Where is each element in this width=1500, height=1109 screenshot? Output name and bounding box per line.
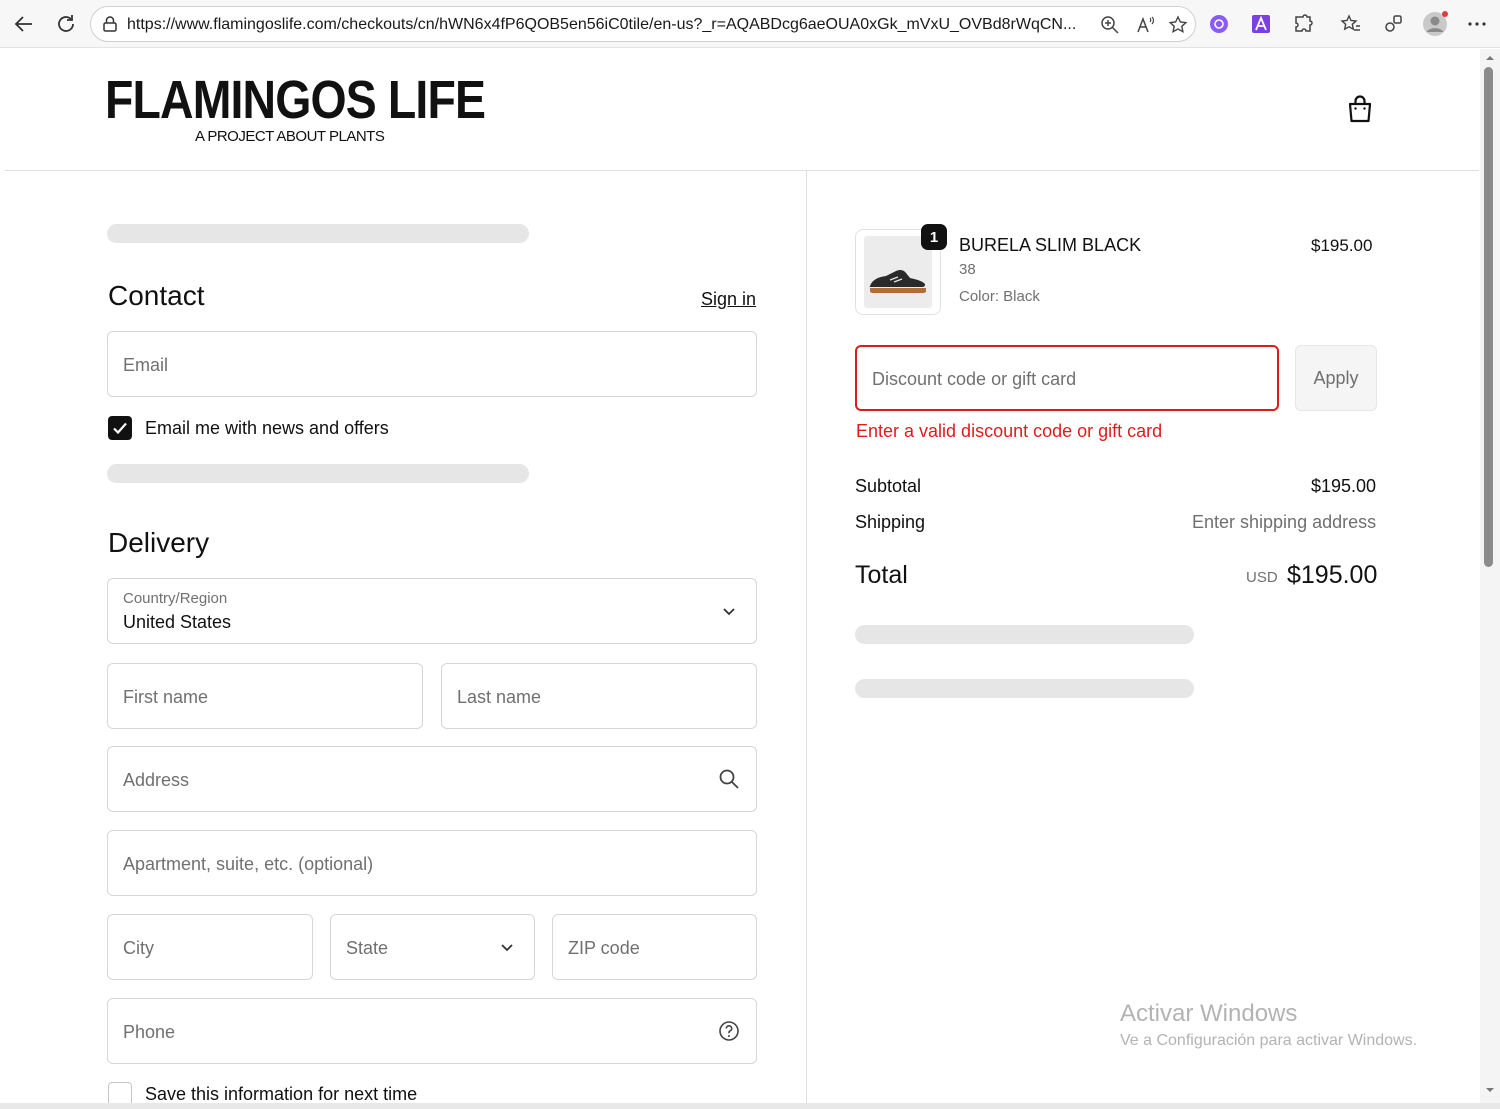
product-color: Color: Black <box>959 288 1040 305</box>
store-header: FLAMINGOS LIFE A PROJECT ABOUT PLANTS <box>5 49 1479 171</box>
product-size: 38 <box>959 261 976 278</box>
apartment-field[interactable]: Apartment, suite, etc. (optional) <box>107 830 757 896</box>
favorite-star-icon[interactable] <box>1167 14 1189 36</box>
zoom-icon[interactable] <box>1099 14 1121 36</box>
total-label: Total <box>855 561 908 589</box>
save-info-label: Save this information for next time <box>145 1084 418 1104</box>
browser-toolbar: https://www.flamingoslife.com/checkouts/… <box>0 0 1500 48</box>
lock-icon <box>101 15 119 38</box>
state-placeholder: State <box>346 938 389 958</box>
state-select[interactable]: State <box>330 914 535 980</box>
favorites-icon[interactable] <box>1338 11 1364 37</box>
city-placeholder: City <box>123 938 154 958</box>
discount-placeholder: Discount code or gift card <box>872 369 1077 389</box>
city-field[interactable]: City <box>107 914 313 980</box>
more-menu-icon[interactable] <box>1464 11 1490 37</box>
subtotal-value: $195.00 <box>1311 476 1377 496</box>
product-name: BURELA SLIM BLACK <box>959 235 1142 255</box>
phone-field[interactable]: Phone <box>107 998 757 1064</box>
last-name-field[interactable]: Last name <box>441 663 757 729</box>
email-field[interactable]: Email <box>107 331 757 397</box>
currency-code: USD <box>1246 569 1278 586</box>
refresh-icon[interactable] <box>52 10 80 38</box>
product-price: $195.00 <box>1311 236 1373 255</box>
sign-in-link[interactable]: Sign in <box>701 289 756 310</box>
scroll-up-arrow-icon[interactable] <box>1480 51 1500 65</box>
loading-skeleton <box>107 224 529 243</box>
copilot-extension-icon[interactable] <box>1206 11 1232 37</box>
page-scrollbar[interactable] <box>1480 49 1500 1103</box>
chevron-down-icon <box>718 600 740 622</box>
newsletter-checkbox[interactable] <box>108 416 132 440</box>
country-select[interactable]: Country/Region United States <box>107 578 757 644</box>
address-bar[interactable]: https://www.flamingoslife.com/checkouts/… <box>90 6 1196 42</box>
store-logo[interactable]: FLAMINGOS LIFE <box>105 69 486 131</box>
windows-activation-subtitle: Ve a Configuración para activar Windows. <box>1120 1032 1418 1049</box>
zip-code-field[interactable]: ZIP code <box>552 914 757 980</box>
bottom-edge <box>0 1103 1500 1109</box>
apartment-placeholder: Apartment, suite, etc. (optional) <box>123 854 374 874</box>
font-extension-icon[interactable] <box>1248 11 1274 37</box>
store-tagline: A PROJECT ABOUT PLANTS <box>195 128 385 145</box>
collections-icon[interactable] <box>1380 11 1406 37</box>
quantity-badge: 1 <box>921 224 947 250</box>
subtotal-label: Subtotal <box>855 476 922 496</box>
contact-heading: Contact <box>108 280 205 311</box>
shopping-bag-icon[interactable] <box>1347 94 1373 124</box>
shipping-value: Enter shipping address <box>1192 512 1377 532</box>
chevron-down-icon <box>496 936 518 958</box>
delivery-heading: Delivery <box>108 527 210 558</box>
first-name-placeholder: First name <box>123 687 209 707</box>
apply-discount-button[interactable]: Apply <box>1295 345 1377 411</box>
zip-code-placeholder: ZIP code <box>568 938 640 958</box>
url-text: https://www.flamingoslife.com/checkouts/… <box>127 16 1077 33</box>
email-placeholder: Email <box>123 355 169 375</box>
scrollbar-thumb[interactable] <box>1484 67 1493 567</box>
read-aloud-icon[interactable] <box>1134 14 1156 36</box>
search-icon <box>718 768 740 790</box>
checkmark-icon <box>113 422 127 435</box>
shipping-label: Shipping <box>855 512 926 532</box>
help-circle-icon[interactable] <box>718 1020 740 1042</box>
discount-error-message: Enter a valid discount code or gift card <box>856 421 1163 441</box>
phone-placeholder: Phone <box>123 1022 176 1042</box>
address-field[interactable]: Address <box>107 746 757 812</box>
loading-skeleton <box>855 625 1194 644</box>
profile-avatar-icon[interactable] <box>1422 11 1448 37</box>
scroll-down-arrow-icon[interactable] <box>1480 1083 1500 1097</box>
windows-activation-title: Activar Windows <box>1120 1000 1298 1027</box>
column-divider <box>806 171 807 1103</box>
newsletter-label: Email me with news and offers <box>145 418 389 438</box>
back-icon[interactable] <box>10 10 38 38</box>
country-value: United States <box>123 612 232 632</box>
extensions-icon[interactable] <box>1290 11 1316 37</box>
total-value: $195.00 <box>1287 561 1378 589</box>
first-name-field[interactable]: First name <box>107 663 423 729</box>
last-name-placeholder: Last name <box>457 687 542 707</box>
loading-skeleton <box>107 464 529 483</box>
discount-code-field[interactable]: Discount code or gift card <box>855 345 1279 411</box>
loading-skeleton <box>855 679 1194 698</box>
country-label: Country/Region <box>123 590 228 607</box>
checkout-page: FLAMINGOS LIFE A PROJECT ABOUT PLANTS Co… <box>5 49 1479 1106</box>
address-placeholder: Address <box>123 770 190 790</box>
